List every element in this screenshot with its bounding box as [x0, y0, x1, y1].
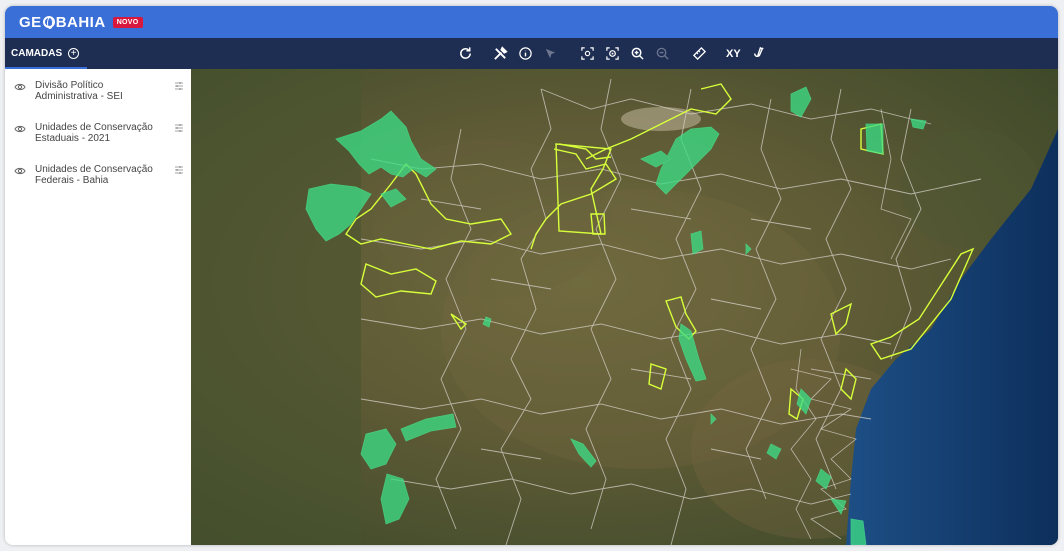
layer-name: Unidades de Conservação Estaduais - 2021 — [35, 122, 153, 144]
coordinates-icon[interactable]: XY — [726, 48, 741, 60]
header-bar: GE BAHIA NOVO — [5, 6, 1058, 38]
add-layer-icon[interactable]: + — [68, 48, 80, 59]
zoom-in-icon[interactable] — [629, 46, 645, 62]
zoom-region-icon[interactable] — [604, 46, 620, 62]
logo-text-left: GE — [19, 13, 42, 31]
globe-icon — [42, 16, 55, 29]
tab-camadas-label: CAMADAS — [11, 48, 63, 59]
measure-icon[interactable] — [691, 46, 707, 62]
map-toolbar: CAMADAS + XY — [5, 38, 1058, 69]
layer-name: Unidades de Conservação Federais - Bahia — [35, 164, 153, 186]
layers-panel: Divisão Político Administrativa - SEI Un… — [5, 69, 191, 545]
eye-icon[interactable] — [14, 124, 26, 134]
tools-icon[interactable] — [492, 46, 508, 62]
zoom-extent-icon[interactable] — [579, 46, 595, 62]
app-window: GE BAHIA NOVO CAMADAS + XY Divisão Polít… — [5, 6, 1058, 545]
info-icon[interactable] — [517, 46, 533, 62]
eye-icon[interactable] — [14, 166, 26, 176]
tab-camadas[interactable]: CAMADAS + — [5, 38, 87, 69]
map-canvas[interactable] — [191, 69, 1058, 545]
draw-icon[interactable] — [751, 46, 767, 62]
refresh-icon[interactable] — [457, 46, 473, 62]
eye-icon[interactable] — [14, 82, 26, 92]
layer-options-icon[interactable] — [174, 165, 184, 175]
layer-options-icon[interactable] — [174, 81, 184, 91]
satellite-map[interactable] — [191, 69, 1058, 545]
layer-name: Divisão Político Administrativa - SEI — [35, 80, 123, 102]
logo-text-right: BAHIA — [55, 13, 106, 31]
layer-options-icon[interactable] — [174, 123, 184, 133]
zoom-out-icon[interactable] — [654, 46, 670, 62]
new-badge: NOVO — [112, 16, 143, 28]
select-arrow-icon[interactable] — [542, 46, 558, 62]
geobahia-logo[interactable]: GE BAHIA — [19, 14, 106, 31]
